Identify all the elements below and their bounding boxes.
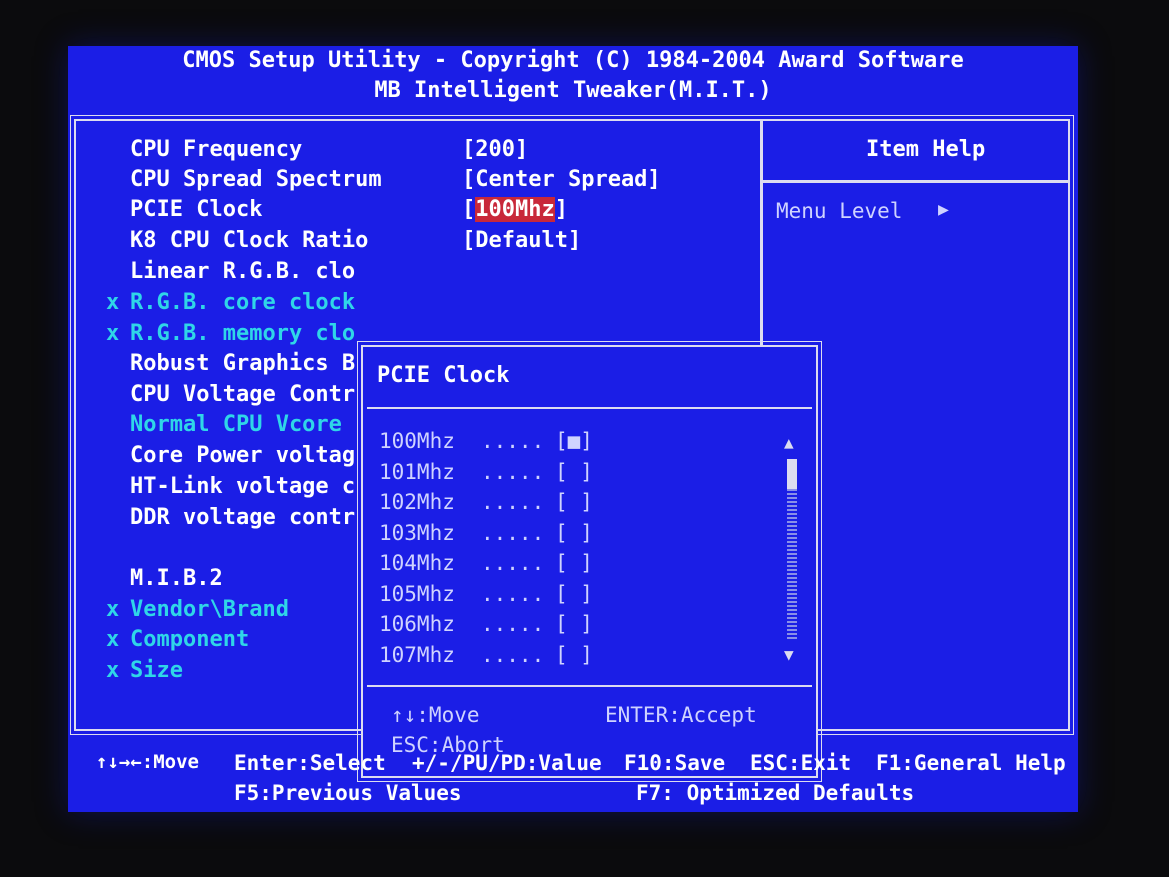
pcie-clock-popup[interactable]: PCIE Clock 100Mhz..... [■] 101Mhz.....[ ] 1… [357, 341, 822, 782]
item-help-title: Item Help [866, 137, 986, 162]
menu-item-label[interactable]: Linear R.G.B. clo [130, 259, 355, 284]
popup-option-label: 102Mhz [379, 490, 455, 514]
popup-option[interactable]: 102Mhz..... [ ] [363, 490, 773, 518]
menu-item-label[interactable]: Size [130, 658, 183, 683]
popup-option[interactable]: 100Mhz..... [■] [363, 429, 773, 457]
popup-scroll-thumb[interactable] [787, 459, 797, 489]
popup-option-dots: ..... [481, 490, 545, 514]
menu-item-label[interactable]: M.I.B.2 [130, 566, 223, 591]
bios-screen: CMOS Setup Utility - Copyright (C) 1984-… [68, 46, 1078, 812]
menu-item-label[interactable]: PCIE Clock [130, 197, 262, 222]
menu-item-label[interactable]: CPU Frequency [130, 137, 302, 162]
disabled-marker-icon: x [106, 627, 120, 652]
popup-option[interactable]: 106Mhz..... [ ] [363, 612, 773, 640]
popup-option-label: 107Mhz [379, 642, 455, 667]
menu-item-label[interactable]: CPU Spread Spectrum [130, 167, 382, 192]
popup-option-checkbox[interactable]: [ ] [555, 612, 593, 636]
scroll-up-icon[interactable]: ▲ [784, 433, 794, 452]
popup-option-dots: ..... [481, 642, 545, 667]
popup-option-checkbox[interactable]: [ ] [555, 460, 593, 484]
footer-select: Enter:Select [234, 751, 386, 775]
menu-item-value[interactable]: [100Mhz] [462, 197, 568, 222]
footer-previous-values: F5:Previous Values [234, 781, 462, 805]
menu-item-label[interactable]: CPU Voltage Contr [130, 382, 355, 407]
popup-option-checkbox[interactable]: [ ] [555, 490, 593, 514]
menu-item-label[interactable]: DDR voltage contr [130, 505, 355, 530]
popup-option[interactable]: 103Mhz..... [ ] [363, 521, 773, 549]
popup-option-label: 103Mhz [379, 520, 455, 545]
menu-level-arrow-icon: ▶ [938, 199, 949, 220]
footer-save: F10:Save [624, 751, 726, 775]
footer-bar: ↑↓→←:Move Enter:Select +/-/PU/PD:Value F… [74, 737, 1070, 807]
footer-value: +/-/PU/PD:Value [412, 751, 602, 775]
popup-option-dots: ..... [481, 581, 545, 606]
menu-item-label[interactable]: R.G.B. memory clo [130, 321, 355, 346]
popup-footer-rule [367, 685, 812, 687]
footer-help: F1:General Help [876, 751, 1066, 775]
popup-option[interactable]: 101Mhz..... [ ] [363, 460, 773, 488]
value-bracket-close: ] [554, 197, 568, 222]
popup-option-dots: ..... [481, 551, 545, 575]
popup-option-dots: ..... [481, 459, 545, 484]
disabled-marker-icon: x [106, 597, 120, 622]
menu-item-label[interactable]: K8 CPU Clock Ratio [130, 228, 368, 253]
selected-value-highlight[interactable]: 100Mhz [475, 197, 555, 222]
disabled-marker-icon: x [106, 658, 120, 683]
menu-item-label[interactable]: HT-Link voltage c [130, 474, 355, 499]
scroll-down-icon[interactable]: ▼ [784, 645, 794, 664]
footer-move: ↑↓→←:Move [96, 751, 199, 773]
header-subtitle: MB Intelligent Tweaker(M.I.T.) [374, 78, 772, 103]
header-title: CMOS Setup Utility - Copyright (C) 1984-… [182, 48, 964, 73]
menu-item-label[interactable]: Robust Graphics B [130, 351, 355, 376]
popup-option-dots: ..... [481, 429, 545, 453]
popup-option-dots: ..... [481, 612, 545, 636]
popup-option-checkbox[interactable]: [■] [555, 429, 593, 453]
popup-option-dots: ..... [481, 520, 545, 545]
popup-option-label: 100Mhz [379, 429, 455, 453]
popup-key-move: ↑↓:Move [391, 703, 480, 727]
popup-option-checkbox[interactable]: [ ] [555, 643, 593, 667]
popup-option-label: 101Mhz [379, 459, 455, 484]
footer-optimized-defaults: F7: Optimized Defaults [636, 781, 915, 805]
popup-option-checkbox[interactable]: [ ] [555, 551, 593, 575]
popup-option-checkbox[interactable]: [ ] [555, 582, 593, 606]
help-divider [763, 180, 1068, 183]
popup-option[interactable]: 105Mhz..... [ ] [363, 582, 773, 610]
disabled-marker-icon: x [106, 321, 120, 346]
menu-item-value[interactable]: [Default] [462, 228, 581, 253]
popup-option-label: 106Mhz [379, 612, 455, 636]
menu-item-value[interactable]: [200] [462, 137, 528, 162]
menu-level-label: Menu Level [776, 199, 903, 223]
popup-option-checkbox[interactable]: [ ] [555, 521, 593, 545]
disabled-marker-icon: x [106, 290, 120, 315]
footer-exit: ESC:Exit [750, 751, 852, 775]
popup-option[interactable]: 104Mhz..... [ ] [363, 551, 773, 579]
menu-item-label[interactable]: R.G.B. core clock [130, 290, 355, 315]
menu-item-label[interactable]: Core Power voltag [130, 443, 355, 468]
menu-item-value[interactable]: [Center Spread] [462, 167, 661, 192]
popup-title-rule [367, 407, 812, 409]
popup-option-label: 104Mhz [379, 551, 455, 575]
popup-title: PCIE Clock [377, 363, 510, 388]
value-bracket-open: [ [462, 197, 476, 222]
menu-item-label[interactable]: Normal CPU Vcore [130, 412, 342, 437]
menu-item-label[interactable]: Component [130, 627, 249, 652]
popup-key-accept: ENTER:Accept [605, 703, 757, 727]
popup-option-label: 105Mhz [379, 581, 455, 606]
menu-item-label[interactable]: Vendor\Brand [130, 597, 289, 622]
popup-option[interactable]: 107Mhz..... [ ] [363, 643, 773, 671]
main-panel: CPU Frequency [200] CPU Spread Spectrum [Ce… [70, 115, 1074, 782]
